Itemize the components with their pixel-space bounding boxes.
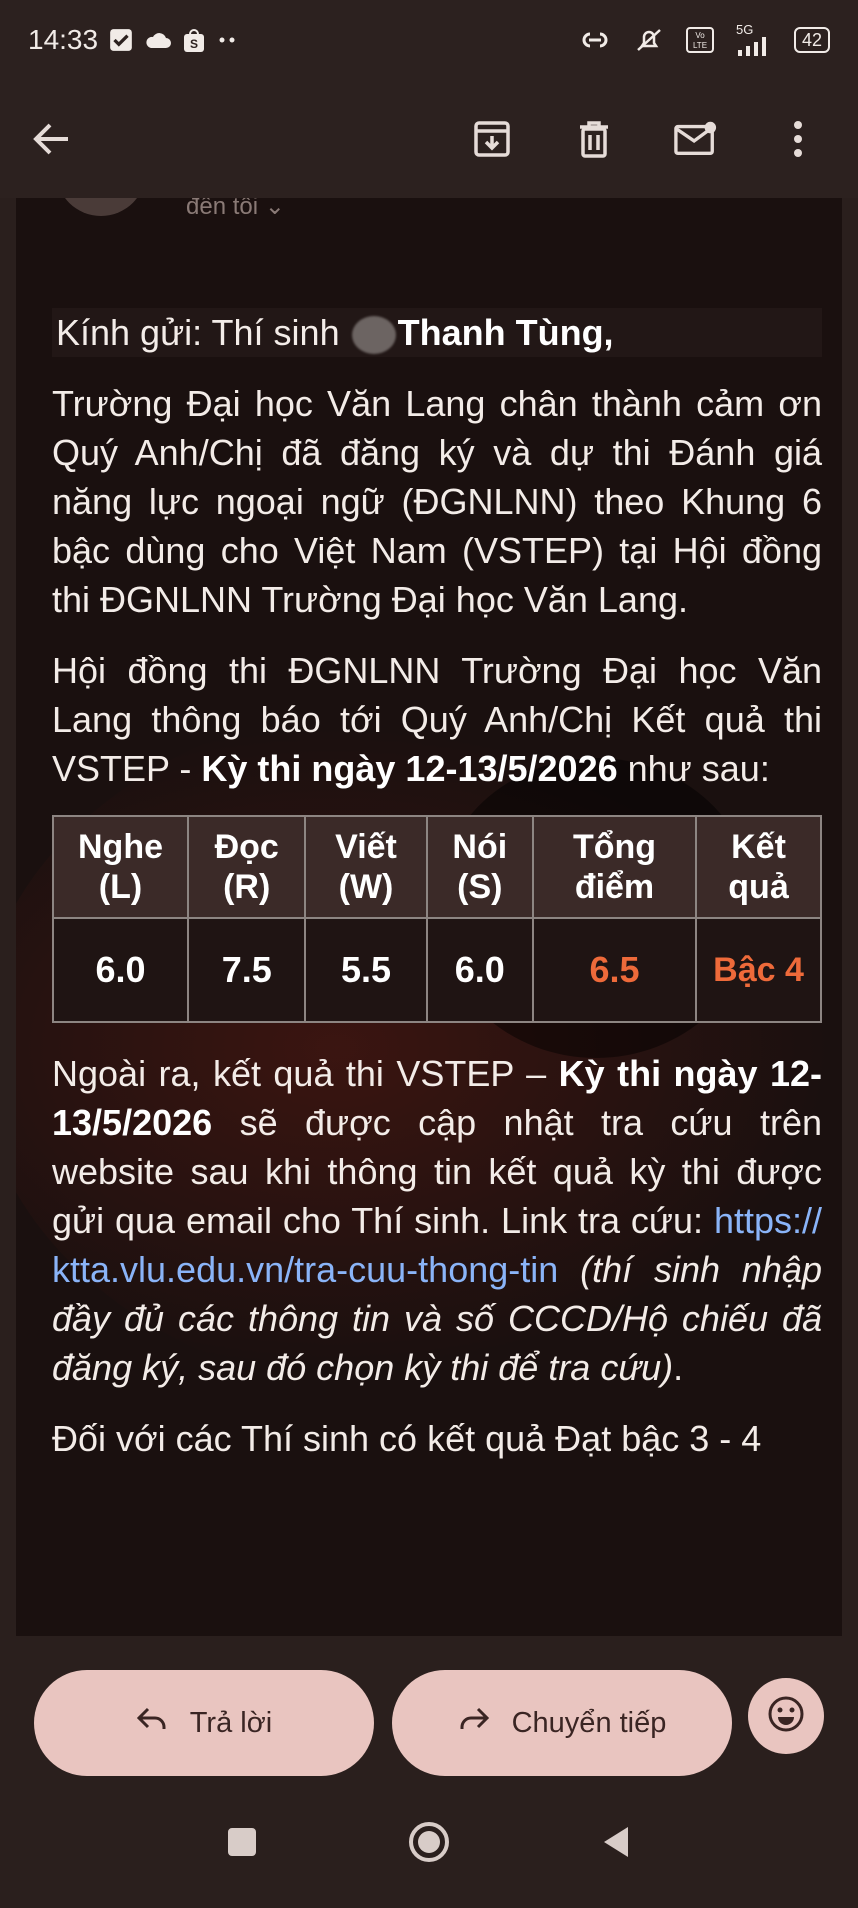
recipient-details[interactable]: đến tôi ⌄ [186, 198, 285, 221]
more-dots-icon [216, 35, 240, 45]
lookup-text-start: Ngoài ra, kết quả thi VSTEP – [52, 1053, 547, 1094]
emoji-reaction-button[interactable] [748, 1678, 824, 1754]
battery-level: 42 [801, 29, 822, 50]
forward-label: Chuyển tiếp [511, 1706, 667, 1739]
header-writing: Viết (W) [304, 815, 428, 919]
signal-icon: 5G [735, 22, 772, 56]
score-reading: 7.5 [187, 917, 307, 1023]
header-result: Kết quả [695, 815, 822, 919]
score-listening: 6.0 [51, 917, 190, 1023]
header-listening: Nghe (L) [51, 815, 190, 919]
reply-label: Trả lời [189, 1706, 273, 1739]
score-writing: 5.5 [304, 917, 428, 1023]
svg-text:Vo: Vo [695, 31, 705, 40]
forward-button[interactable]: Chuyển tiếp [392, 1670, 732, 1776]
reply-icon [136, 1706, 168, 1740]
check-box-icon [108, 27, 134, 53]
network-type: 5G [735, 22, 754, 37]
bottom-action-bar: Trả lời Chuyển tiếp [0, 1636, 858, 1776]
announcement-end: như sau: [627, 748, 770, 789]
mute-icon [634, 26, 664, 54]
system-nav-bar [0, 1776, 858, 1908]
link-icon [578, 28, 612, 52]
greeting: Kính gửi: Thí sinh Thanh Tùng, [52, 308, 822, 357]
score-total: 6.5 [531, 917, 698, 1023]
delete-icon[interactable] [572, 117, 616, 161]
archive-icon[interactable] [470, 117, 514, 161]
paragraph-partial: Đối với các Thí sinh có kết quả Đạt bậc … [52, 1418, 762, 1459]
back-triangle-icon[interactable] [600, 1825, 632, 1859]
table-row: 6.0 7.5 5.5 6.0 6.5 Bậc 4 [51, 917, 822, 1023]
greeting-prefix: Kính gửi: Thí sinh [56, 312, 340, 353]
recents-square-icon[interactable] [226, 1826, 258, 1858]
exam-date: Kỳ thi ngày 12-13/5/2026 [201, 748, 618, 789]
header-speaking: Nói (S) [425, 815, 534, 919]
redacted-name [351, 316, 396, 355]
app-bar [0, 80, 858, 198]
paragraph-announcement: Hội đồng thi ĐGNLNN Trường Đại học Văn L… [52, 646, 822, 793]
header-reading: Đọc (R) [187, 815, 307, 919]
status-bar: 14:33 S Vo LTE 5G 42 [0, 0, 858, 80]
shopee-icon: S [182, 27, 206, 53]
more-vert-icon[interactable] [776, 117, 820, 161]
candidate-name: Thanh Tùng, [397, 312, 614, 353]
email-content: Kính gửi: Thí sinh Thanh Tùng, Trường Đạ… [51, 308, 822, 1485]
battery-icon: 42 [793, 27, 830, 53]
results-table: Nghe (L) Đọc (R) Viết (W) Nói (S) Tổng đ… [51, 815, 822, 1023]
email-body: đến tôi ⌄ Kính gửi: Thí sinh Thanh Tùng,… [16, 198, 842, 1636]
cloud-icon [144, 29, 172, 51]
table-header-row: Nghe (L) Đọc (R) Viết (W) Nói (S) Tổng đ… [51, 815, 822, 919]
score-speaking: 6.0 [425, 917, 534, 1023]
header-total: Tổng điểm [531, 815, 698, 919]
paragraph-lookup: Ngoài ra, kết quả thi VSTEP – Kỳ thi ngà… [52, 1049, 822, 1392]
svg-text:LTE: LTE [693, 41, 707, 50]
mark-unread-icon[interactable] [674, 117, 718, 161]
home-circle-icon[interactable] [408, 1821, 450, 1863]
status-time: 14:33 [28, 24, 99, 55]
paragraph-thanks: Trường Đại học Văn Lang chân thành cảm ơ… [52, 383, 822, 620]
back-arrow-icon[interactable] [30, 117, 74, 161]
smiley-icon [767, 1695, 805, 1738]
avatar[interactable] [56, 198, 146, 216]
volte-icon: Vo LTE [685, 27, 714, 53]
lookup-end: . [673, 1347, 684, 1388]
forward-icon [458, 1706, 490, 1740]
score-result: Bậc 4 [695, 917, 822, 1023]
reply-button[interactable]: Trả lời [34, 1670, 374, 1776]
svg-text:S: S [190, 37, 198, 51]
